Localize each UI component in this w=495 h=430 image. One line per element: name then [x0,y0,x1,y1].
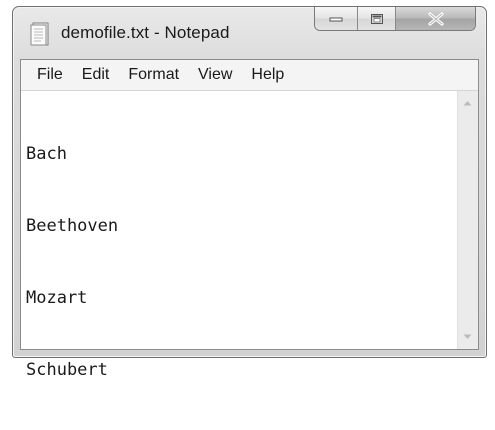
text-line: Mozart [26,288,88,308]
scroll-up-arrow-icon [463,101,472,106]
minimize-icon [329,17,343,21]
client-area: File Edit Format View Help Bach Beethove… [20,59,479,380]
text-line: Bach [26,144,67,164]
notepad-document-icon [30,22,49,46]
document-text[interactable]: Bach Beethoven Mozart Schubert [26,94,453,380]
caption-buttons [314,7,476,31]
menu-help[interactable]: Help [244,64,291,86]
maximize-icon [370,13,383,24]
scroll-up-button[interactable] [458,93,478,113]
menu-edit[interactable]: Edit [75,64,117,86]
close-button[interactable] [396,7,475,30]
maximize-button[interactable] [358,7,396,30]
menu-view[interactable]: View [191,64,239,86]
minimize-button[interactable] [315,7,358,30]
menu-format[interactable]: Format [121,64,186,86]
title-bar[interactable]: demofile.txt - Notepad [13,7,486,59]
vertical-scrollbar[interactable] [457,91,478,349]
scroll-down-arrow-icon [463,334,472,339]
menu-bar: File Edit Format View Help [21,60,478,91]
text-editor[interactable]: Bach Beethoven Mozart Schubert [21,91,478,380]
text-line: Schubert [26,360,108,380]
scroll-down-button[interactable] [458,327,478,347]
window-title: demofile.txt - Notepad [61,23,230,42]
close-icon [427,11,444,26]
menu-file[interactable]: File [30,64,70,86]
notepad-window: demofile.txt - Notepad File Edit Format … [12,6,487,380]
text-line: Beethoven [26,216,119,236]
